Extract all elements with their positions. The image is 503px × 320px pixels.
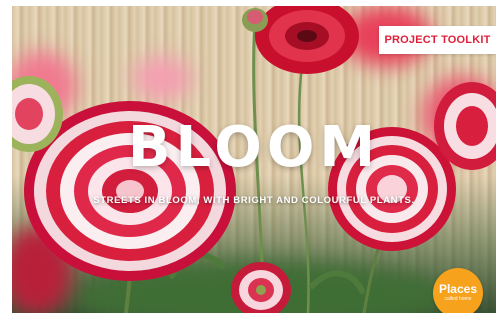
dahlia-bud-bottom	[230, 261, 292, 313]
hero-title: BLOOM	[127, 115, 381, 180]
badge-subtitle: called home	[444, 296, 472, 302]
project-toolkit-tag[interactable]: PROJECT TOOLKIT	[379, 26, 496, 54]
hero-banner: PROJECT TOOLKIT BLOOM STREETS IN BLOOM, …	[12, 6, 496, 313]
hero-subtitle: STREETS IN BLOOM, WITH BRIGHT AND COLOUR…	[93, 195, 415, 206]
badge-title: Places	[438, 282, 478, 296]
dahlia-bud-top	[240, 6, 270, 34]
places-badge[interactable]: Places called home	[433, 268, 483, 313]
